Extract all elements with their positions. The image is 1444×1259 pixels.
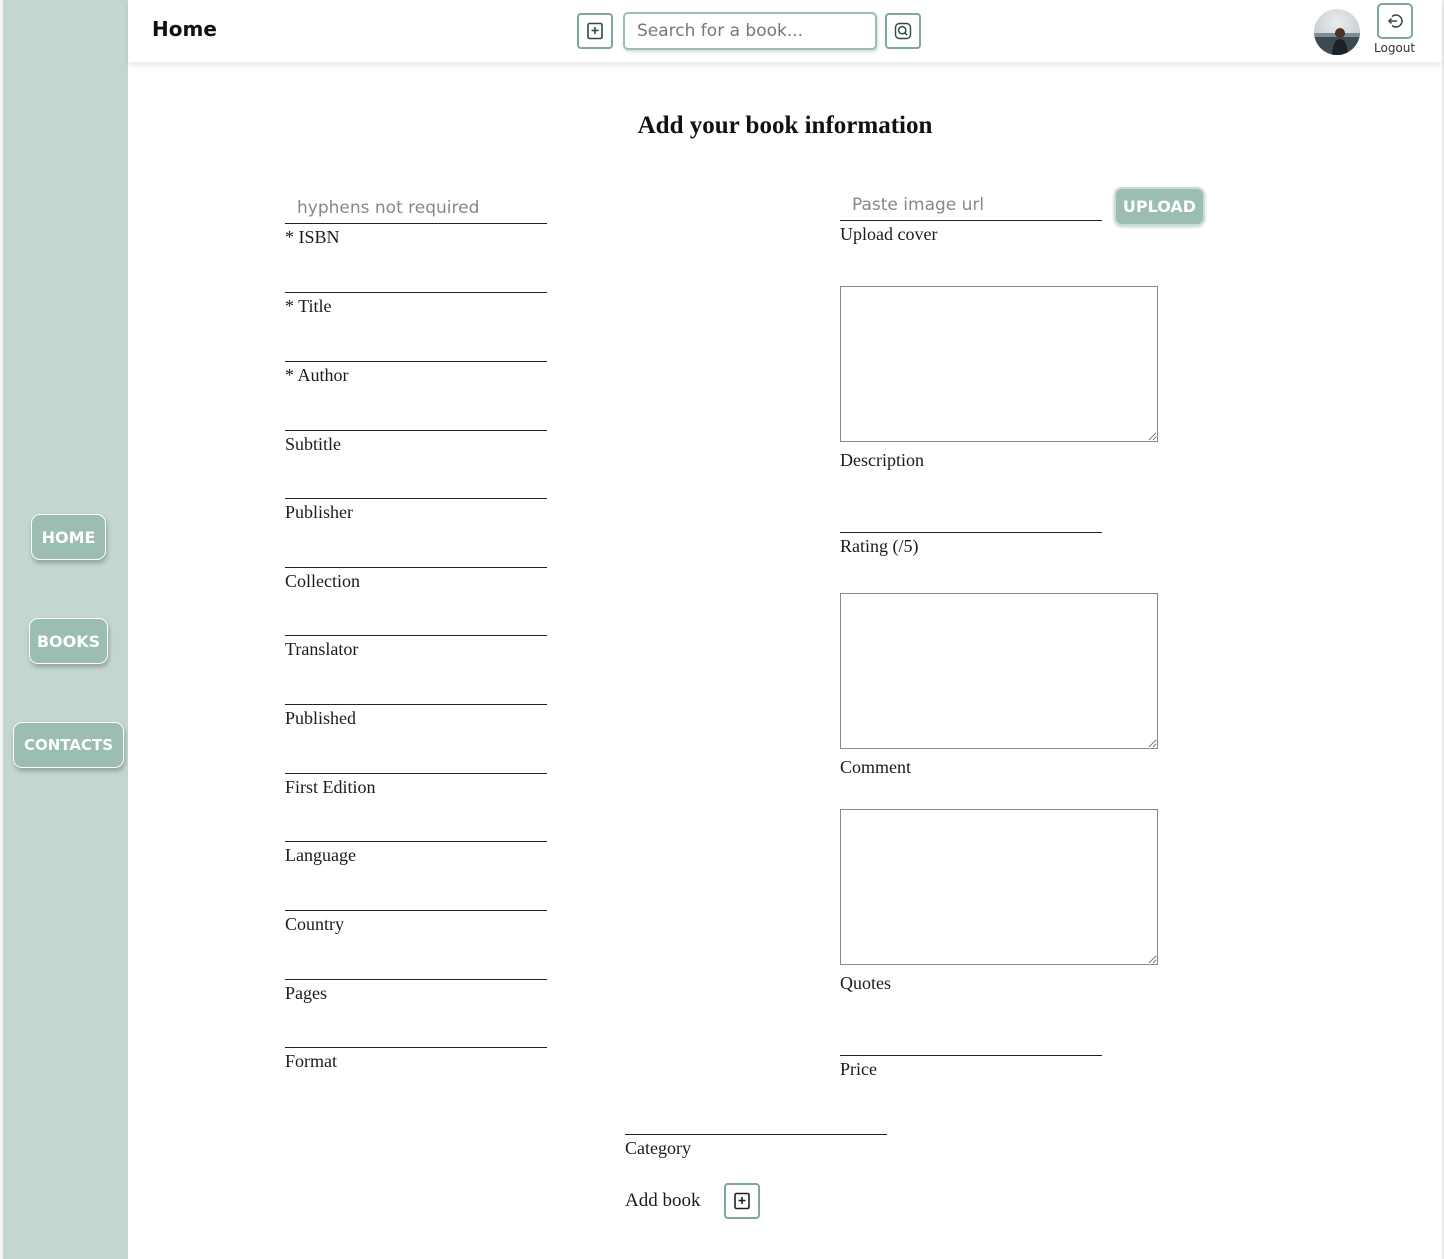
quotes-field: Quotes — [840, 809, 1158, 994]
add-book-button[interactable] — [724, 1183, 760, 1219]
comment-label: Comment — [840, 757, 911, 777]
plus-square-icon — [587, 22, 603, 40]
language-input[interactable] — [285, 810, 547, 842]
country-field: Country — [285, 879, 547, 935]
title-input[interactable] — [285, 261, 547, 293]
pages-label: Pages — [285, 983, 327, 1003]
author-input[interactable] — [285, 330, 547, 362]
subtitle-input[interactable] — [285, 399, 547, 431]
comment-textarea[interactable] — [840, 593, 1158, 749]
country-input[interactable] — [285, 879, 547, 911]
sidebar-item-books[interactable]: BOOKS — [29, 618, 108, 664]
first-edition-field: First Edition — [285, 742, 547, 798]
sidebar-item-home[interactable]: HOME — [31, 514, 106, 560]
sidebar: HOME BOOKS CONTACTS — [3, 0, 128, 1259]
page-title: Home — [152, 17, 217, 41]
first-edition-label: First Edition — [285, 777, 376, 797]
upload-button[interactable]: UPLOAD — [1114, 187, 1205, 226]
rating-label: Rating (/5) — [840, 536, 919, 556]
translator-input[interactable] — [285, 604, 547, 636]
language-label: Language — [285, 845, 356, 865]
logout-icon — [1387, 14, 1403, 28]
user-avatar[interactable] — [1314, 9, 1360, 55]
avatar-image — [1314, 28, 1360, 55]
sidebar-item-contacts[interactable]: CONTACTS — [13, 722, 124, 768]
collection-input[interactable] — [285, 536, 547, 568]
quotes-textarea[interactable] — [840, 809, 1158, 965]
rating-field: Rating (/5) — [840, 501, 1102, 557]
isbn-label: * ISBN — [285, 227, 340, 247]
search-button[interactable] — [885, 13, 921, 49]
subtitle-label: Subtitle — [285, 434, 342, 454]
format-label: Format — [285, 1051, 337, 1071]
logout-label: Logout — [1374, 41, 1416, 55]
title-label: * Title — [285, 296, 332, 316]
add-book-label: Add book — [625, 1190, 701, 1211]
price-input[interactable] — [840, 1024, 1102, 1056]
logout-button[interactable]: Logout — [1374, 3, 1422, 59]
description-label: Description — [840, 450, 924, 470]
upload-cover-label: Upload cover — [840, 224, 938, 244]
search-input[interactable] — [623, 12, 877, 50]
price-field: Price — [840, 1024, 1102, 1080]
add-book-top-button[interactable] — [577, 13, 613, 49]
publisher-label: Publisher — [285, 502, 354, 522]
cover-url-field: Upload cover — [840, 189, 1102, 245]
isbn-field: * ISBN — [285, 192, 547, 248]
top-bar: Home Logout — [128, 0, 1442, 62]
cover-url-input[interactable] — [840, 189, 1102, 221]
title-field: * Title — [285, 261, 547, 317]
isbn-input[interactable] — [285, 192, 547, 224]
translator-field: Translator — [285, 604, 547, 660]
author-label: * Author — [285, 365, 349, 385]
logout-icon-box — [1377, 3, 1413, 39]
quotes-label: Quotes — [840, 973, 891, 993]
publisher-field: Publisher — [285, 467, 547, 523]
published-field: Published — [285, 673, 547, 729]
published-label: Published — [285, 708, 357, 728]
description-textarea[interactable] — [840, 286, 1158, 442]
rating-input[interactable] — [840, 501, 1102, 533]
search-icon — [894, 22, 912, 40]
pages-field: Pages — [285, 948, 547, 1004]
comment-field: Comment — [840, 593, 1158, 778]
format-input[interactable] — [285, 1016, 547, 1048]
country-label: Country — [285, 914, 345, 934]
author-field: * Author — [285, 330, 547, 386]
language-field: Language — [285, 810, 547, 866]
form-heading: Add your book information — [637, 112, 933, 139]
translator-label: Translator — [285, 639, 359, 659]
description-field: Description — [840, 286, 1158, 471]
category-field: Category — [625, 1103, 887, 1159]
price-label: Price — [840, 1059, 877, 1079]
first-edition-input[interactable] — [285, 742, 547, 774]
category-label: Category — [625, 1138, 691, 1158]
format-field: Format — [285, 1016, 547, 1072]
publisher-input[interactable] — [285, 467, 547, 499]
subtitle-field: Subtitle — [285, 399, 547, 455]
collection-field: Collection — [285, 536, 547, 592]
collection-label: Collection — [285, 571, 360, 591]
plus-square-icon — [734, 1192, 750, 1210]
category-input[interactable] — [625, 1103, 887, 1135]
pages-input[interactable] — [285, 948, 547, 980]
published-input[interactable] — [285, 673, 547, 705]
